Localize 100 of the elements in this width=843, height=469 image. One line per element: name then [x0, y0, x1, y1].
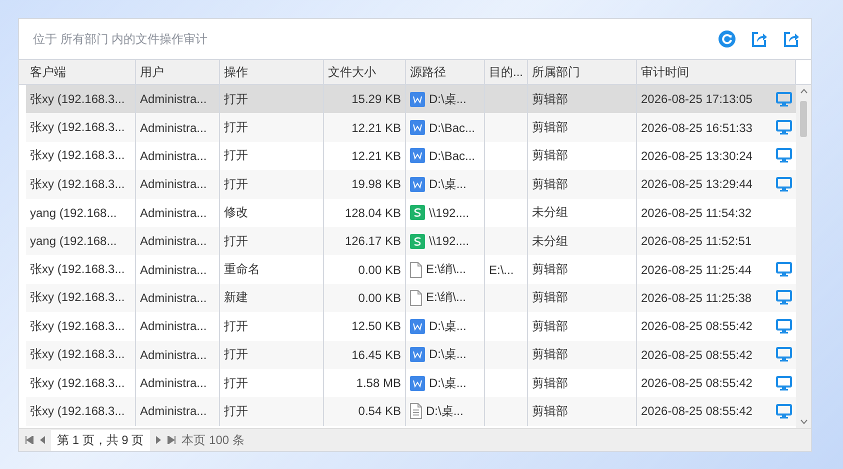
- table-row[interactable]: yang (192.168... Administra... 修改 128.04 KB \\192.... 未分组 2026-08-25 11:54:32: [26, 198, 796, 227]
- table-cell: 16.45 KB: [352, 348, 401, 362]
- export-button[interactable]: [749, 29, 769, 49]
- table-cell: 未分组: [532, 204, 568, 222]
- table-cell: 12.21 KB: [352, 148, 401, 163]
- text-file-icon: [410, 403, 422, 420]
- table-cell: 126.17 KB: [344, 234, 401, 248]
- table-cell: 打开: [224, 346, 248, 364]
- table-cell: 剪辑部: [532, 289, 568, 306]
- table-cell: Administra...: [140, 319, 207, 334]
- table-cell: 修改: [224, 204, 248, 222]
- table-cell: 1.58 MB: [356, 376, 401, 390]
- table-cell: D:\桌...: [429, 176, 466, 193]
- table-cell: 剪辑部: [532, 318, 568, 335]
- table-cell: 打开: [224, 176, 248, 193]
- monitor-icon: [776, 347, 792, 362]
- table-cell: D:\桌...: [429, 90, 466, 108]
- table-cell: yang (192.168...: [30, 234, 117, 248]
- table-row[interactable]: 张xy (192.168.3... Administra... 打开 15.29 KB D:\桌... 剪辑部 2026-08-25 17:13:05: [26, 85, 796, 114]
- table-row[interactable]: yang (192.168... Administra... 打开 126.17 KB \\192.... 未分组 2026-08-25 11:52:51: [26, 226, 796, 256]
- document-icon: [410, 176, 425, 192]
- table-cell: 12.50 KB: [352, 319, 401, 334]
- table-cell: 128.04 KB: [344, 206, 401, 220]
- table-cell: 2026-08-25 08:55:42: [641, 319, 752, 334]
- monitor-icon: [776, 290, 792, 306]
- table-cell: 张xy (192.168.3...: [30, 119, 125, 136]
- table-row[interactable]: 张xy (192.168.3... Administra... 打开 1.58 MB D:\桌... 剪辑部 2026-08-25 08:55:42: [26, 368, 796, 398]
- table-row[interactable]: 张xy (192.168.3... Administra... 新建 0.00 KB E:\绡\... 剪辑部 2026-08-25 11:25:38: [26, 284, 796, 312]
- export-icon: [750, 30, 768, 48]
- table-cell: E:\绡\...: [426, 261, 466, 278]
- table-cell: D:\桌...: [429, 374, 466, 392]
- table-cell: 剪辑部: [532, 90, 568, 108]
- table-cell: Administra...: [140, 148, 207, 163]
- table-cell: Administra...: [140, 262, 207, 277]
- column-header[interactable]: 目的...: [485, 60, 528, 84]
- table-cell: 2026-08-25 11:25:44: [641, 262, 752, 277]
- table-cell: Administra...: [140, 376, 207, 390]
- document-icon: [410, 120, 425, 136]
- document-icon: [410, 148, 425, 164]
- chevron-down-icon: [800, 419, 808, 425]
- table-cell: 新建: [224, 289, 248, 306]
- monitor-icon: [776, 318, 792, 334]
- table-cell: \\192....: [429, 206, 470, 220]
- column-header[interactable]: 文件大小: [324, 60, 406, 84]
- table-row[interactable]: 张xy (192.168.3... Administra... 打开 12.21 KB D:\Bac... 剪辑部 2026-08-25 16:51:33: [26, 113, 796, 142]
- document-icon: [410, 92, 425, 107]
- spreadsheet-icon: [410, 205, 425, 220]
- table-cell: 2026-08-25 08:55:42: [641, 376, 752, 390]
- column-header[interactable]: 源路径: [406, 60, 485, 84]
- table-cell: 19.98 KB: [352, 177, 401, 192]
- table-cell: 张xy (192.168.3...: [30, 402, 125, 420]
- table-cell: Administra...: [140, 120, 207, 135]
- table-cell: 打开: [224, 318, 248, 335]
- export-icon: [782, 30, 800, 48]
- scrollbar-thumb[interactable]: [800, 101, 807, 137]
- table-cell: 张xy (192.168.3...: [30, 261, 125, 278]
- table-cell: 张xy (192.168.3...: [30, 374, 125, 392]
- first-page-button[interactable]: [25, 434, 34, 446]
- table-cell: 2026-08-25 13:29:44: [641, 177, 752, 192]
- first-page-icon: [25, 436, 34, 444]
- blank-file-icon: [410, 290, 422, 306]
- table-row[interactable]: 张xy (192.168.3... Administra... 打开 16.45 KB D:\桌... 剪辑部 2026-08-25 08:55:42: [26, 340, 796, 369]
- table-cell: 2026-08-25 08:55:42: [641, 348, 752, 362]
- table-cell: 15.29 KB: [352, 92, 401, 106]
- table-cell: 剪辑部: [532, 346, 568, 364]
- column-header[interactable]: 所属部门: [528, 60, 637, 84]
- table-cell: 张xy (192.168.3...: [30, 90, 125, 108]
- table-cell: \\192....: [429, 234, 470, 248]
- table-cell: 剪辑部: [532, 261, 568, 278]
- last-page-button[interactable]: [166, 434, 176, 446]
- table-row[interactable]: 张xy (192.168.3... Administra... 打开 19.98 KB D:\桌... 剪辑部 2026-08-25 13:29:44: [26, 170, 796, 199]
- table-cell: 打开: [224, 90, 248, 108]
- table-cell: Administra...: [140, 290, 207, 305]
- column-header[interactable]: 用户: [136, 60, 220, 84]
- table-cell: 未分组: [532, 232, 568, 250]
- table-cell: 张xy (192.168.3...: [30, 318, 125, 335]
- panel-title: 位于 所有部门 内的文件操作审计: [33, 30, 208, 48]
- column-header[interactable]: 操作: [220, 60, 324, 84]
- table-cell: 0.00 KB: [358, 290, 401, 305]
- previous-page-button[interactable]: [40, 434, 45, 446]
- refresh-button[interactable]: [717, 29, 737, 49]
- table-cell: Administra...: [140, 92, 207, 106]
- monitor-icon: [776, 262, 792, 278]
- table-cell: 12.21 KB: [352, 120, 401, 135]
- chevron-up-icon: [800, 88, 808, 94]
- monitor-icon: [776, 376, 792, 391]
- table-row[interactable]: 张xy (192.168.3... Administra... 打开 0.54 KB D:\桌... 剪辑部 2026-08-25 08:55:42: [26, 397, 796, 426]
- refresh-icon: [718, 30, 736, 48]
- table-cell: 张xy (192.168.3...: [30, 147, 125, 164]
- row-count: 本页 100 条: [182, 432, 244, 448]
- blank-file-icon: [410, 262, 422, 278]
- next-page-button[interactable]: [156, 434, 161, 446]
- table-cell: D:\桌...: [429, 346, 466, 364]
- spreadsheet-icon: [410, 234, 425, 249]
- table-cell: D:\桌...: [426, 402, 464, 420]
- export-button[interactable]: [781, 29, 801, 49]
- column-header[interactable]: 客户端: [26, 60, 136, 84]
- column-header[interactable]: 审计时间: [637, 60, 796, 84]
- table-cell: 2026-08-25 13:30:24: [641, 148, 752, 163]
- page-indicator: 第 1 页，共 9 页: [51, 430, 150, 450]
